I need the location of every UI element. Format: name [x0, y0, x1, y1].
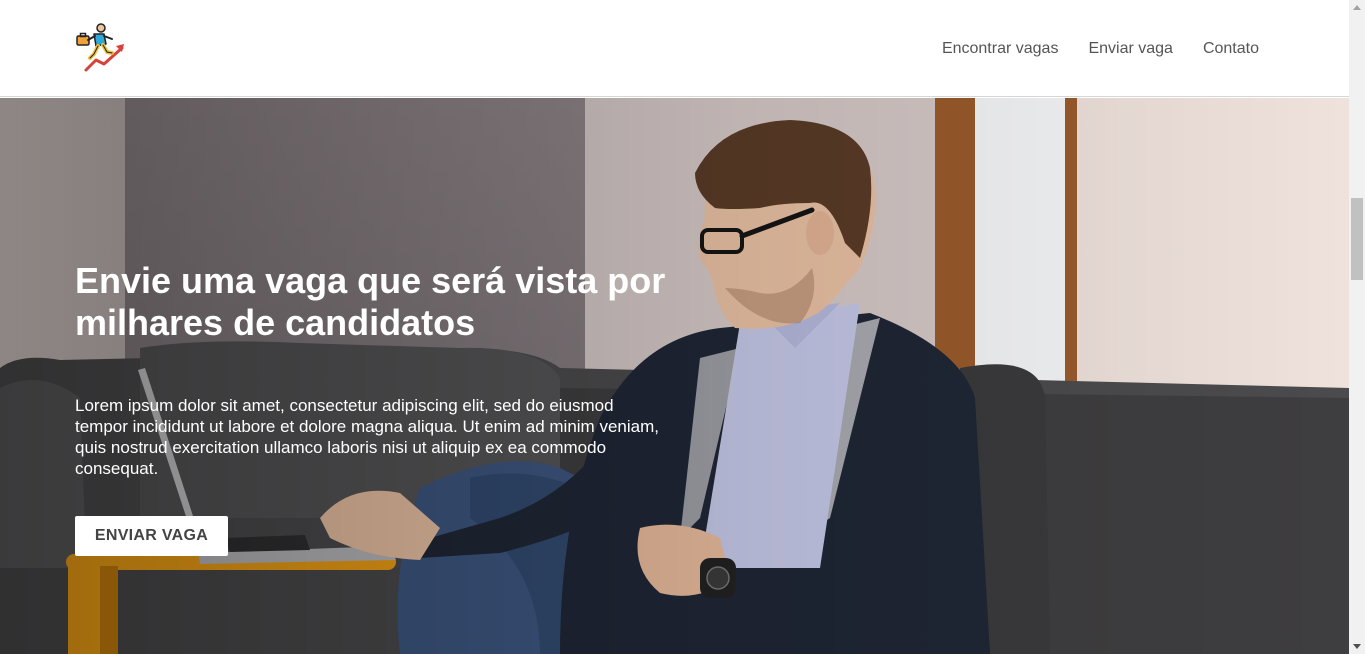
hero-title: Envie uma vaga que será vista por milhar…	[75, 260, 666, 343]
scrollbar-thumb[interactable]	[1351, 198, 1363, 280]
hero-section: Envie uma vaga que será vista por milhar…	[0, 98, 1349, 654]
nav-link-encontrar-vagas[interactable]: Encontrar vagas	[942, 40, 1059, 58]
nav-link-enviar-vaga[interactable]: Enviar vaga	[1088, 40, 1173, 58]
scroll-down-arrow-icon[interactable]	[1349, 638, 1365, 654]
vertical-scrollbar[interactable]	[1349, 0, 1365, 654]
main-nav: Encontrar vagas Enviar vaga Contato	[942, 0, 1259, 97]
logo[interactable]	[74, 22, 126, 74]
scroll-up-arrow-icon[interactable]	[1349, 0, 1365, 16]
page: Encontrar vagas Enviar vaga Contato Envi…	[0, 0, 1349, 654]
hero-background-image	[0, 98, 1349, 654]
climbing-chart-man-icon	[76, 23, 124, 72]
enviar-vaga-button[interactable]: ENVIAR VAGA	[75, 516, 228, 556]
site-header: Encontrar vagas Enviar vaga Contato	[0, 0, 1349, 97]
nav-link-contato[interactable]: Contato	[1203, 40, 1259, 58]
hero-description: Lorem ipsum dolor sit amet, consectetur …	[75, 396, 659, 478]
